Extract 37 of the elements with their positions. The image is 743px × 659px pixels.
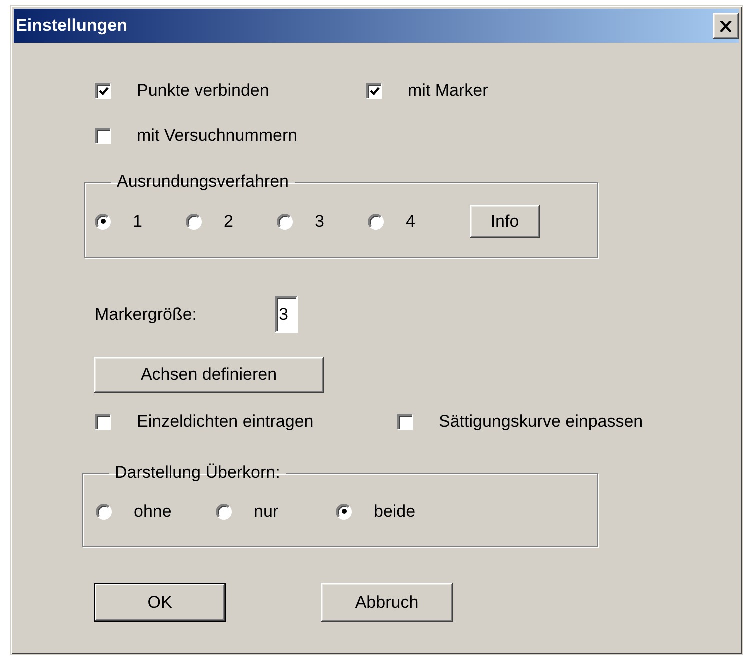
info-button[interactable]: Info: [470, 205, 540, 238]
field-label: Markergröße:: [95, 304, 198, 324]
window-title: Einstellungen: [16, 16, 128, 36]
radio-label[interactable]: 4: [406, 212, 416, 232]
radio-label[interactable]: 2: [224, 212, 234, 232]
group-title: Ausrundungsverfahren: [116, 172, 290, 192]
cancel-button[interactable]: Abbruch: [321, 583, 453, 622]
checkbox[interactable]: [95, 414, 111, 430]
checkbox-label[interactable]: mit Versuchnummern: [137, 126, 298, 146]
radio-button[interactable]: [368, 214, 384, 230]
checkbox[interactable]: [397, 414, 413, 430]
check-icon: [370, 87, 380, 96]
close-icon: [720, 20, 732, 32]
radio-button[interactable]: [277, 214, 293, 230]
ok-button[interactable]: OK: [94, 583, 226, 622]
checkbox-label[interactable]: Punkte verbinden: [137, 81, 270, 101]
radio-button[interactable]: [95, 214, 111, 230]
input-field[interactable]: 3: [275, 296, 298, 333]
check-icon: [98, 87, 108, 96]
checkbox-label[interactable]: Einzeldichten eintragen: [137, 412, 314, 432]
checkbox[interactable]: [366, 83, 382, 99]
axes-button[interactable]: Achsen definieren: [94, 357, 324, 393]
checkbox[interactable]: [95, 83, 111, 99]
radio-button[interactable]: [186, 214, 202, 230]
radio-label[interactable]: beide: [374, 502, 416, 522]
radio-label[interactable]: 1: [133, 212, 142, 232]
close-button[interactable]: [713, 13, 739, 39]
radio-button[interactable]: [216, 504, 232, 520]
radio-button[interactable]: [336, 504, 352, 520]
radio-button[interactable]: [96, 504, 112, 520]
checkbox-label[interactable]: mit Marker: [408, 81, 488, 101]
radio-label[interactable]: nur: [254, 502, 279, 522]
checkbox[interactable]: [95, 128, 111, 144]
radio-label[interactable]: 3: [315, 212, 324, 232]
group-title: Darstellung Überkorn:: [114, 463, 282, 483]
radio-label[interactable]: ohne: [134, 502, 172, 522]
checkbox-label[interactable]: Sättigungskurve einpassen: [439, 412, 644, 432]
